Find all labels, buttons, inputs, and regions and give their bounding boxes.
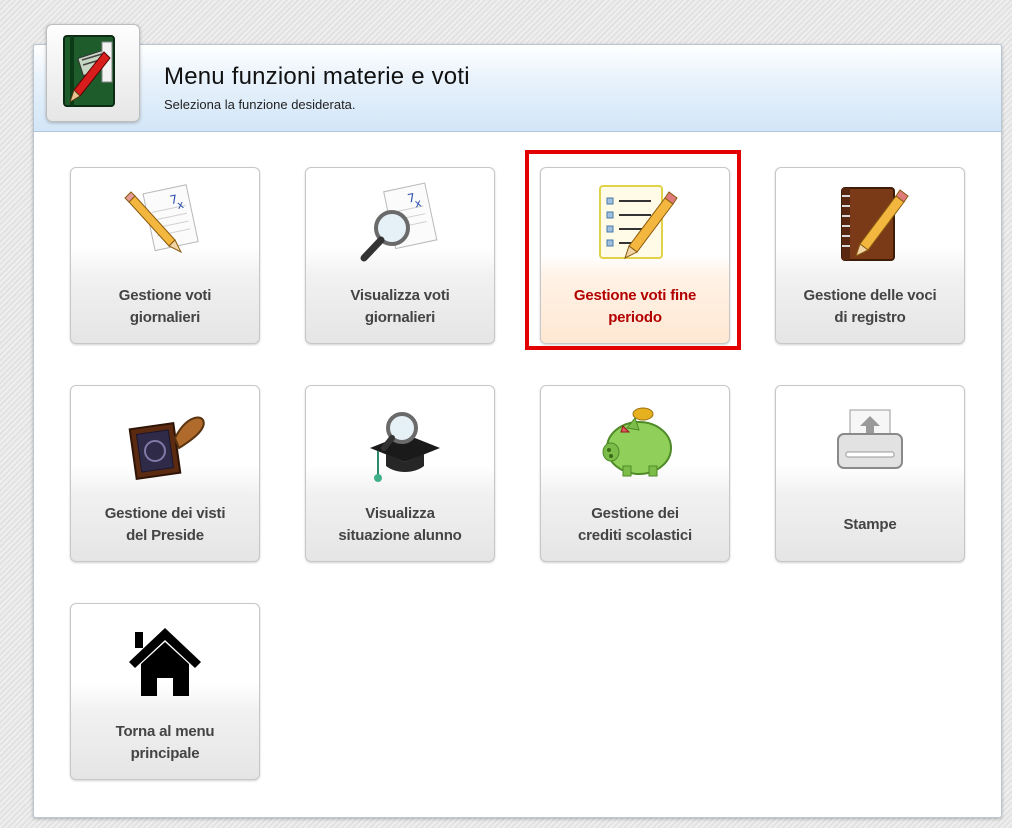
register-book-icon — [841, 187, 909, 261]
tile-label: Gestione dei crediti scolastici — [578, 505, 692, 544]
selection-highlight — [525, 150, 741, 350]
tile-label: Visualizza voti giornalieri — [350, 287, 450, 326]
tile-label: Stampe — [843, 516, 897, 533]
home-icon — [129, 628, 201, 696]
tile-visualizza-voti-giornalieri[interactable]: 7 x Visualizza voti giornalieri — [305, 167, 495, 344]
page-subtitle: Seleziona la funzione desiderata. — [164, 97, 356, 112]
tile-label: Visualizza situazione alunno — [338, 505, 462, 544]
tile-label: Gestione dei visti del Preside — [104, 505, 226, 544]
tile-torna-menu-principale[interactable]: Torna al menu principale — [70, 603, 260, 780]
tile-visualizza-situazione-alunno[interactable]: Visualizza situazione alunno — [305, 385, 495, 562]
tile-label: Gestione delle voci di registro — [803, 287, 937, 326]
tile-label: Gestione voti giornalieri — [118, 287, 212, 326]
tile-gestione-voci-registro[interactable]: Gestione delle voci di registro — [775, 167, 965, 344]
magnifier-graduation-cap-icon — [370, 412, 440, 482]
tile-gestione-crediti-scolastici[interactable]: Gestione dei crediti scolastici — [540, 385, 730, 562]
magnifier-sheet-icon: 7 x — [360, 182, 438, 262]
tile-gestione-voti-giornalieri[interactable]: 7 x Gestione voti giornalieri — [70, 167, 260, 344]
page-title: Menu funzioni materie e voti — [164, 63, 470, 90]
printer-icon — [837, 409, 903, 469]
pencil-sheet-icon: 7 x — [124, 184, 199, 254]
tile-gestione-visti-preside[interactable]: Gestione dei visti del Preside — [70, 385, 260, 562]
notebook-pencil-icon — [46, 24, 140, 122]
rubber-stamp-icon — [128, 416, 205, 480]
piggy-bank-icon — [602, 407, 672, 477]
tile-stampe[interactable]: Stampe — [775, 385, 965, 562]
tile-label: Torna al menu principale — [115, 723, 215, 762]
